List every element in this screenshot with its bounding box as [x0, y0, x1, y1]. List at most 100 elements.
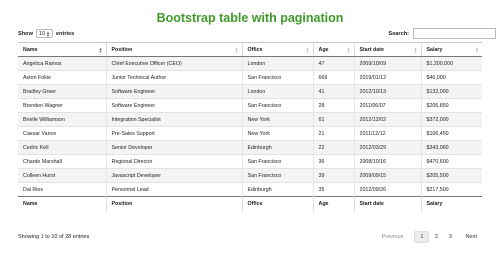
search-label: Search: — [388, 30, 409, 37]
cell-age: 28 — [312, 98, 354, 113]
footer-cell-start-date: Start date — [353, 196, 421, 212]
table-body: Angelica Ramos Chief Executive Officer (C… — [18, 56, 482, 197]
cell-name: Brenden Wagner — [18, 98, 106, 113]
cell-name: Dai Rios — [18, 182, 106, 197]
table-row: Brenden Wagner Software Engineer San Franc… — [18, 98, 482, 113]
sort-icon: ▲ ▼ — [234, 46, 239, 54]
select-arrows-icon: ▲ ▼ — [45, 29, 50, 38]
cell-age: 47 — [312, 56, 354, 71]
cell-name: Aston Frikie — [18, 70, 106, 85]
table-row: Cedric Kell Senior Developer Edinburgh 22 20… — [18, 140, 482, 155]
cell-position: Software Engineer — [105, 98, 242, 113]
cell-position: Senior Developer — [105, 140, 242, 155]
column-header-age[interactable]: Age ▲ ▼ — [312, 42, 354, 57]
column-header-salary[interactable]: Salary ▲ ▼ — [420, 42, 482, 57]
footer-cell-age: Age — [312, 196, 354, 212]
cell-age: 39 — [312, 168, 354, 183]
cell-age: 61 — [312, 112, 354, 127]
table-controls: Show 10 ▲ ▼ entries Search: — [18, 28, 496, 43]
table-row: Charde Marshall Regional Director San Fran… — [18, 154, 482, 169]
table-row: Brielle Williamson Integration Specialist… — [18, 112, 482, 127]
table-row: Aston Frikie Junior Technical Author San F… — [18, 70, 482, 85]
cell-name: Charde Marshall — [18, 154, 106, 169]
cell-start-date: 2012/09/26 — [353, 182, 421, 197]
table-row: Dai Rios Personnel Lead Edinburgh 35 2012/09… — [18, 182, 482, 197]
sort-icon: ▲ ▼ — [305, 46, 310, 54]
entries-select-value: 10 — [38, 30, 46, 37]
cell-start-date: 2009/10/09 — [353, 56, 421, 71]
table-row: Bradley Greer Software Engineer London 41 20… — [18, 84, 482, 99]
cell-office: San Francisco — [241, 98, 313, 113]
cell-name: Cedric Kell — [18, 140, 106, 155]
cell-start-date: 2011/12/12 — [353, 126, 421, 141]
cell-office: San Francisco — [241, 154, 313, 169]
cell-salary: $132,000 — [420, 84, 482, 99]
cell-office: New York — [241, 126, 313, 141]
cell-position: Personnel Lead — [105, 182, 242, 197]
previous-button[interactable]: Previous — [377, 231, 409, 243]
show-label: Show — [18, 30, 33, 37]
cell-name: Bradley Greer — [18, 84, 106, 99]
column-header-position[interactable]: Position ▲ ▼ — [105, 42, 242, 57]
cell-office: San Francisco — [241, 70, 313, 85]
table-info: Showing 1 to 10 of 28 entries — [18, 234, 90, 240]
cell-office: London — [241, 84, 313, 99]
sort-asc-icon: ▲ ▼ — [98, 46, 103, 54]
cell-position: Regional Director — [105, 154, 242, 169]
footer-cell-name: Name — [18, 196, 106, 212]
cell-age: 35 — [312, 182, 354, 197]
cell-office: Edinburgh — [241, 140, 313, 155]
sort-icon: ▲ ▼ — [475, 46, 479, 54]
cell-salary: $205,500 — [420, 168, 482, 183]
cell-salary: $343,060 — [420, 140, 482, 155]
cell-name: Angelica Ramos — [18, 56, 106, 71]
cell-position: Javascript Developer — [105, 168, 242, 183]
cell-start-date: 2011/06/07 — [353, 98, 421, 113]
cell-office: San Francisco — [241, 168, 313, 183]
cell-start-date: 2012/03/29 — [353, 140, 421, 155]
cell-name: Brielle Williamson — [18, 112, 106, 127]
search-input[interactable] — [413, 28, 496, 39]
cell-position: Junior Technical Author — [105, 70, 242, 85]
footer-cell-salary: Salary — [420, 196, 482, 212]
cell-age: 21 — [312, 126, 354, 141]
page-button-3[interactable]: 3 — [443, 231, 457, 243]
cell-salary: $106,450 — [420, 126, 482, 141]
page-button-1[interactable]: 1 — [414, 231, 430, 243]
sort-icon: ▲ ▼ — [413, 46, 418, 54]
footer-row: Name Position Office Age Start date Sala… — [18, 196, 482, 212]
cell-position: Integration Specialist — [105, 112, 242, 127]
cell-office: London — [241, 56, 313, 71]
cell-name: Caesar Vance — [18, 126, 106, 141]
table-row: Colleen Hurst Javascript Developer San Fra… — [18, 168, 482, 183]
cell-age: 41 — [312, 84, 354, 99]
sort-icon: ▲ ▼ — [346, 46, 351, 54]
pagination: Previous 1 2 3 Next — [377, 231, 482, 243]
table-row: Caesar Vance Pre-Sales Support New York 21 2… — [18, 126, 482, 141]
cell-salary: $206,850 — [420, 98, 482, 113]
cell-age: 36 — [312, 154, 354, 169]
cell-start-date: 2008/10/16 — [353, 154, 421, 169]
cell-salary: $1,200,000 — [420, 56, 482, 71]
cell-office: New York — [241, 112, 313, 127]
length-menu: Show 10 ▲ ▼ entries — [18, 29, 74, 38]
column-header-office[interactable]: Office ▲ ▼ — [241, 42, 313, 57]
next-button[interactable]: Next — [460, 231, 482, 243]
footer-cell-position: Position — [105, 196, 242, 212]
cell-start-date: 2012/10/13 — [353, 84, 421, 99]
cell-position: Software Engineer — [105, 84, 242, 99]
cell-salary: $372,000 — [420, 112, 482, 127]
entries-label: entries — [55, 30, 75, 37]
data-table: Name ▲ ▼ Position ▲ ▼ Office ▲ ▼ Age ▲ ▼ Start d… — [18, 42, 482, 212]
cell-age: 669 — [312, 70, 354, 85]
header-row: Name ▲ ▼ Position ▲ ▼ Office ▲ ▼ Age ▲ ▼ Start d… — [18, 42, 482, 57]
entries-select[interactable]: 10 ▲ ▼ — [35, 29, 53, 38]
cell-position: Chief Executive Officer (CEO) — [105, 56, 242, 71]
page-button-2[interactable]: 2 — [429, 231, 443, 243]
column-header-start-date[interactable]: Start date ▲ ▼ — [353, 42, 421, 57]
cell-salary: $46,000 — [420, 70, 482, 85]
footer-cell-office: Office — [241, 196, 313, 212]
cell-start-date: 2012/12/02 — [353, 112, 421, 127]
column-header-name[interactable]: Name ▲ ▼ — [18, 42, 106, 57]
cell-salary: $470,600 — [420, 154, 482, 169]
